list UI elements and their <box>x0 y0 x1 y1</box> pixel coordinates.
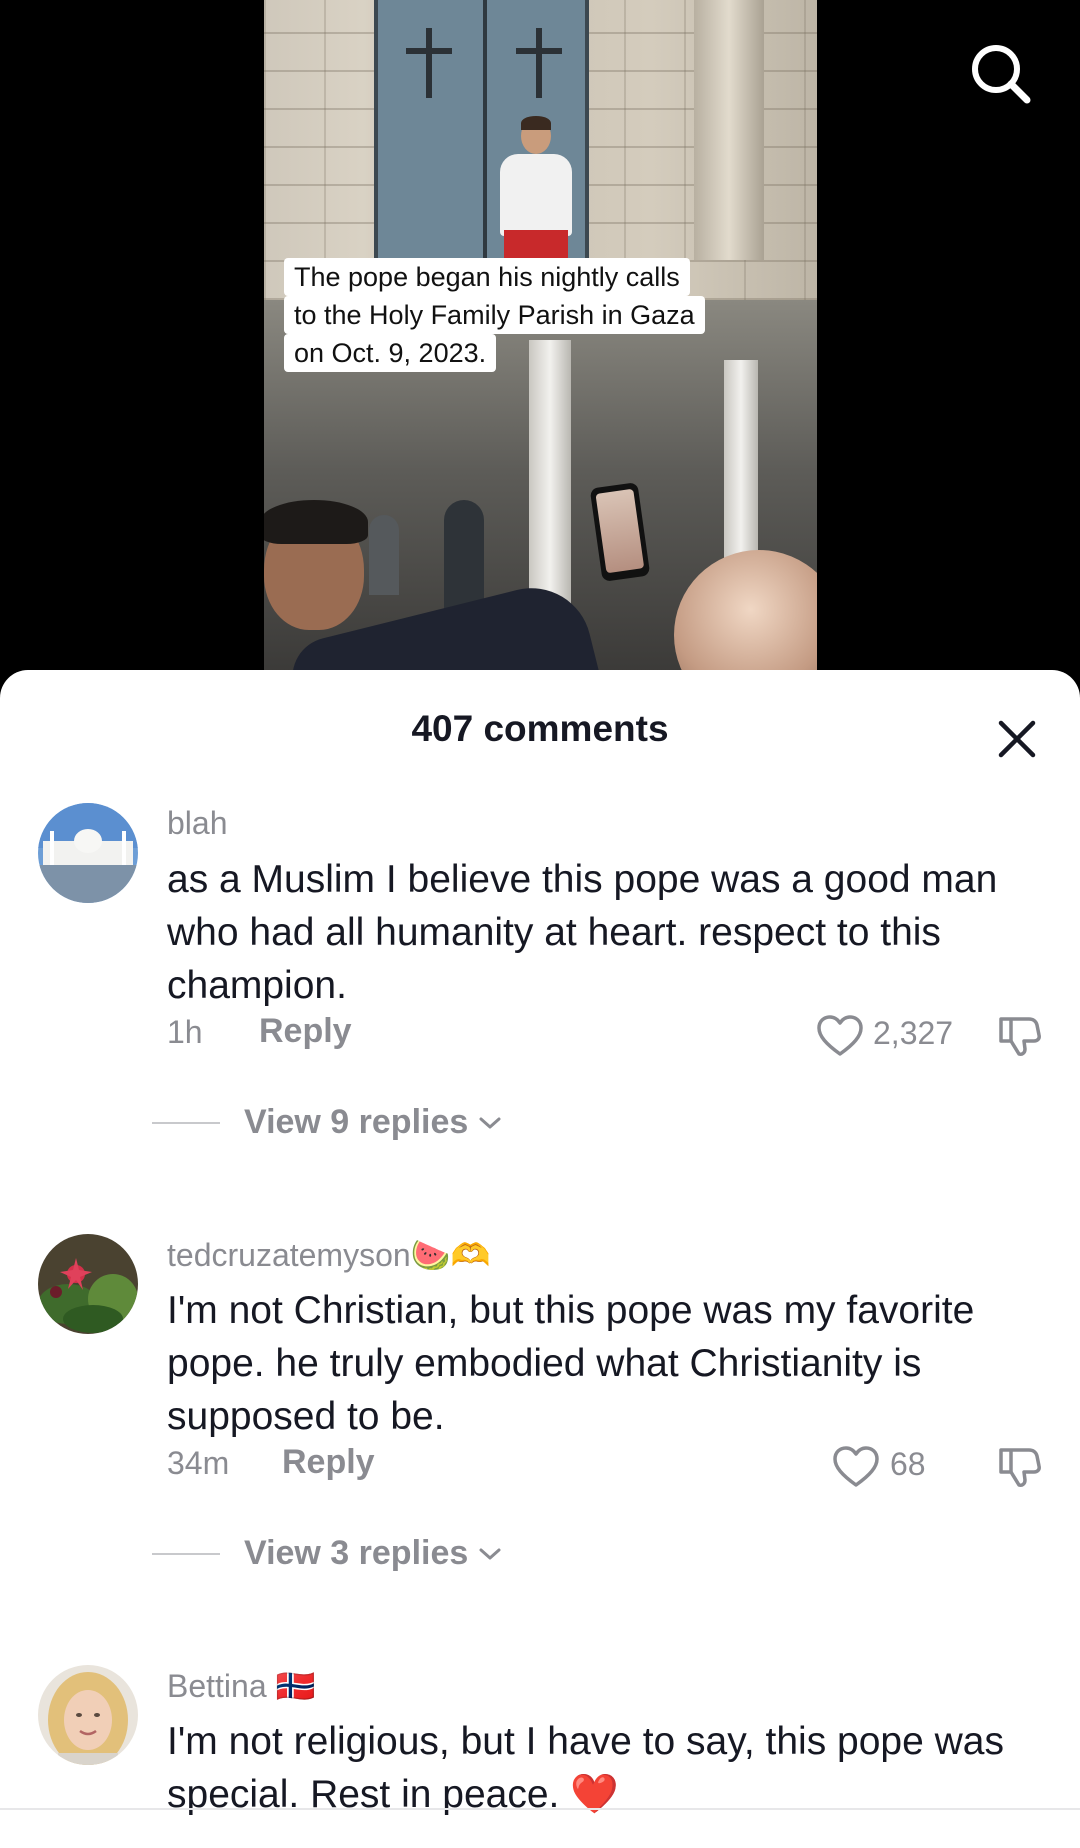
comments-header: 407 comments <box>0 670 1080 790</box>
comments-sheet: 407 comments blah as a Muslim I believe … <box>0 670 1080 1848</box>
dislike-icon <box>999 1448 1041 1487</box>
caption-line: on Oct. 9, 2023. <box>284 334 497 372</box>
bottom-divider <box>0 1808 1080 1810</box>
search-button[interactable] <box>965 38 1035 108</box>
man-holding-phone <box>264 490 605 680</box>
caption-line: The pope began his nightly calls <box>284 258 690 296</box>
view-replies-label: View 9 replies <box>244 1103 469 1141</box>
view-replies-button[interactable]: View 9 replies <box>152 1103 502 1142</box>
comment-text: I'm not Christian, but this pope was my … <box>167 1289 975 1438</box>
phone-video-call <box>589 482 651 582</box>
comment-text: I'm not religious, but I have to say, th… <box>167 1720 1004 1816</box>
dislike-button[interactable] <box>995 1011 1043 1059</box>
chevron-down-icon <box>479 1548 501 1559</box>
comment-username[interactable]: blah <box>167 805 228 842</box>
close-icon <box>998 720 1036 758</box>
reply-button[interactable]: Reply <box>259 1012 352 1051</box>
avatar[interactable] <box>38 803 138 903</box>
chevron-down-icon <box>479 1117 501 1128</box>
view-replies-button[interactable]: View 3 replies <box>152 1534 502 1573</box>
video-frame: The pope began his nightly calls to the … <box>264 0 817 680</box>
comments-count-title: 407 comments <box>411 708 669 749</box>
altar-boy <box>494 116 578 258</box>
like-count: 2,327 <box>873 1015 954 1051</box>
avatar[interactable] <box>38 1665 138 1765</box>
heart-outline-icon <box>833 1446 879 1487</box>
reply-button[interactable]: Reply <box>282 1443 375 1482</box>
comment-username[interactable]: tedcruzatemyson🍉🫶 <box>167 1236 490 1274</box>
search-icon <box>972 45 1031 104</box>
like-count: 68 <box>890 1446 926 1482</box>
dislike-icon <box>999 1017 1041 1056</box>
view-replies-label: View 3 replies <box>244 1534 469 1572</box>
close-button[interactable] <box>995 717 1039 761</box>
video-caption: The pope began his nightly calls to the … <box>284 258 705 372</box>
like-button[interactable] <box>832 1445 880 1489</box>
dislike-button[interactable] <box>995 1442 1043 1490</box>
like-button[interactable] <box>816 1014 864 1058</box>
church-door-photo <box>264 0 817 300</box>
comment-text: as a Muslim I believe this pope was a go… <box>167 858 998 1007</box>
comment-timestamp: 1h <box>167 1014 203 1050</box>
heart-outline-icon <box>817 1015 863 1056</box>
caption-line: to the Holy Family Parish in Gaza <box>284 296 705 334</box>
comment-timestamp: 34m <box>167 1445 230 1481</box>
comment-username[interactable]: Bettina 🇳🇴 <box>167 1667 315 1705</box>
video-player[interactable]: The pope began his nightly calls to the … <box>0 0 1080 690</box>
avatar[interactable] <box>38 1234 138 1334</box>
